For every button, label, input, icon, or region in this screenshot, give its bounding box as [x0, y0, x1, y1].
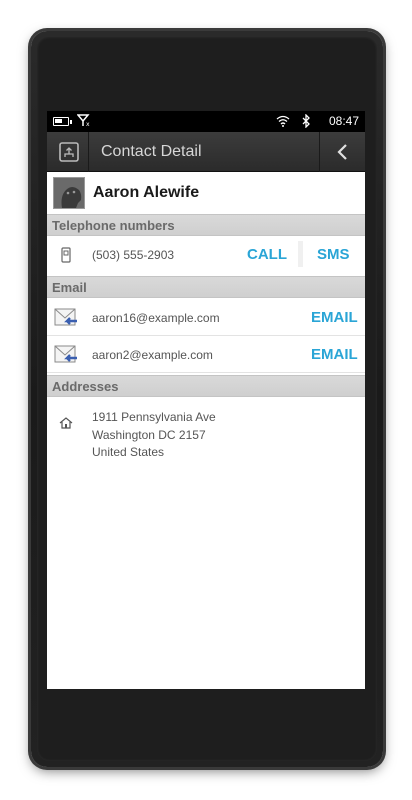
address-row[interactable]: 1911 Pennsylvania Ave Washington DC 2157… [47, 399, 365, 469]
status-time: 08:47 [329, 114, 360, 128]
contact-name-row: Aaron Alewife [47, 172, 365, 214]
wifi-icon [276, 114, 290, 133]
call-button[interactable]: CALL [247, 246, 287, 264]
phone-row: (503) 555-2903 CALL SMS [47, 237, 365, 272]
email-address: aaron2@example.com [92, 348, 213, 362]
email-button[interactable]: EMAIL [311, 346, 358, 364]
svg-text:x: x [86, 121, 90, 127]
signal-icon: x [76, 113, 91, 131]
avatar[interactable] [53, 177, 85, 209]
sms-button[interactable]: SMS [317, 246, 350, 264]
phone-icon [61, 247, 71, 263]
email-row: aaron2@example.com EMAIL [47, 336, 365, 373]
back-button[interactable] [319, 132, 365, 172]
section-header-email: Email [47, 276, 365, 298]
battery-icon [53, 117, 72, 126]
section-header-addresses: Addresses [47, 375, 365, 397]
address-line-1: 1911 Pennsylvania Ave [92, 410, 216, 424]
section-header-telephone: Telephone numbers [47, 214, 365, 236]
email-icon [54, 345, 77, 363]
app-header: Contact Detail [47, 132, 365, 172]
email-icon [54, 308, 77, 326]
address-line-2: Washington DC 2157 [92, 427, 206, 442]
address-text: 1911 Pennsylvania Ave Washington DC 2157… [92, 409, 216, 462]
app-menu-button[interactable] [47, 132, 89, 172]
avatar-silhouette-icon [54, 178, 84, 208]
email-button[interactable]: EMAIL [311, 309, 358, 327]
app-icon [59, 142, 79, 162]
contact-name: Aaron Alewife [93, 184, 200, 201]
status-bar: x 08:47 [47, 111, 365, 132]
email-row: aaron16@example.com EMAIL [47, 299, 365, 336]
screen: x 08:47 Contact Detail Aaron Alewife Tel… [47, 111, 365, 689]
action-divider [298, 241, 303, 267]
address-line-3: United States [92, 445, 165, 459]
email-address: aaron16@example.com [92, 311, 220, 325]
bluetooth-icon [301, 113, 311, 133]
home-icon [59, 417, 73, 429]
chevron-left-icon [337, 144, 347, 160]
page-title: Contact Detail [101, 143, 202, 160]
phone-number: (503) 555-2903 [92, 248, 175, 262]
